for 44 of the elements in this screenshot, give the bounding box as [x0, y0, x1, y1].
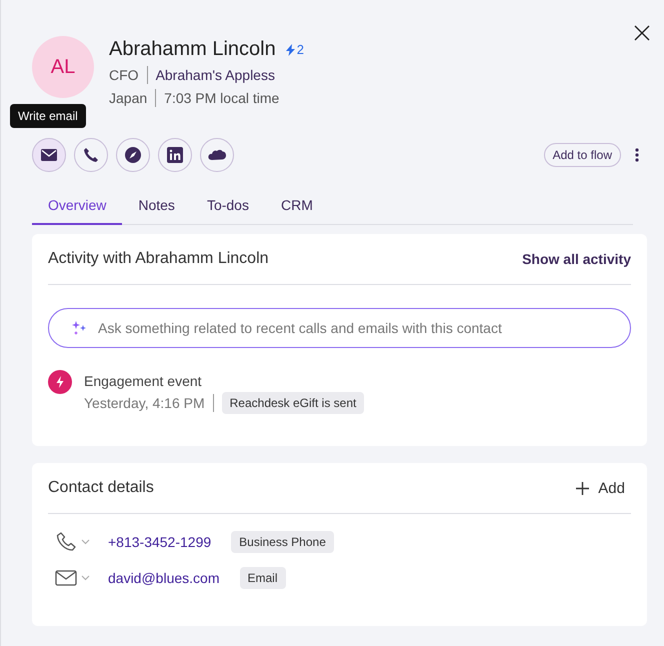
chevron-down-icon: [81, 539, 90, 545]
tab[interactable]: Notes: [122, 189, 191, 225]
email-button[interactable]: [32, 138, 66, 172]
add-button[interactable]: Add: [576, 480, 625, 496]
tab[interactable]: CRM: [264, 189, 329, 225]
phone-button[interactable]: [74, 138, 108, 172]
tab[interactable]: Overview: [32, 189, 122, 225]
envelope-icon: [41, 149, 57, 161]
envelope-icon: [55, 570, 77, 586]
tab[interactable]: To-dos: [190, 189, 265, 225]
phone-icon: [83, 147, 99, 163]
linkedin-icon: [167, 147, 183, 163]
compass-button[interactable]: [116, 138, 150, 172]
type-tag: Business Phone: [231, 531, 334, 553]
job-title: CFO: [109, 67, 139, 83]
cloud-button[interactable]: [200, 138, 234, 172]
company-link[interactable]: Abraham's Appless: [156, 67, 275, 83]
close-icon[interactable]: [634, 25, 650, 41]
lightning-icon: [48, 370, 72, 394]
country: Japan: [109, 90, 148, 106]
email-link[interactable]: david@blues.com: [108, 570, 220, 586]
more-icon[interactable]: [635, 148, 639, 162]
compass-icon: [125, 147, 141, 163]
event-tag: Reachdesk eGift is sent: [222, 392, 364, 414]
add-to-flow-button[interactable]: Add to flow: [544, 143, 621, 167]
type-tag: Email: [240, 567, 286, 589]
phone-icon: [55, 531, 77, 553]
contact-name: Abrahamm Lincoln: [109, 38, 276, 61]
engagement-badge: 2: [286, 42, 304, 57]
avatar: AL: [32, 36, 94, 98]
ask-field[interactable]: Ask something related to recent calls and emails with this contact: [48, 308, 631, 348]
linkedin-button[interactable]: [158, 138, 192, 172]
tooltip: Write email: [10, 104, 86, 128]
chevron-down-icon: [81, 575, 90, 581]
event-time: Yesterday, 4:16 PM: [84, 395, 205, 411]
card-title: Activity with Abrahamm Lincoln: [48, 250, 269, 268]
phone-link[interactable]: +813-3452-1299: [108, 534, 212, 550]
local-time: 7:03 PM local time: [164, 90, 280, 106]
sparkle-icon: [71, 320, 88, 336]
card-title: Contact details: [48, 479, 154, 497]
cloud-icon: [208, 149, 226, 161]
event-title: Engagement event: [84, 373, 203, 389]
show-all-activity-link[interactable]: Show all activity: [522, 251, 631, 267]
plus-icon: [576, 482, 590, 494]
